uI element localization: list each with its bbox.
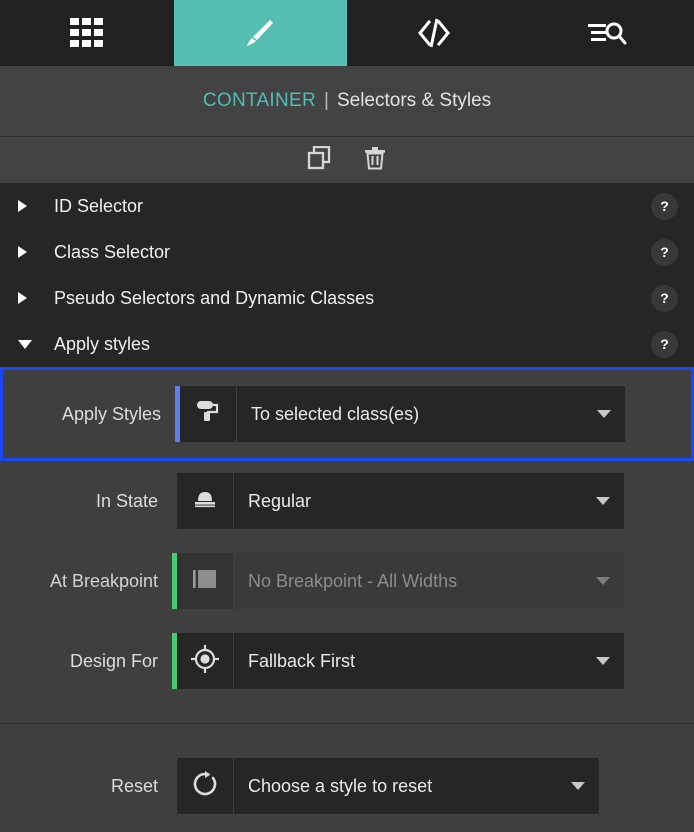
accordion-label: Pseudo Selectors and Dynamic Classes [54,287,375,308]
delete-button[interactable] [360,145,390,175]
at-breakpoint-value: No Breakpoint - All Widths [248,570,458,591]
apply-styles-control: To selected class(es) [175,386,625,442]
at-breakpoint-select[interactable]: No Breakpoint - All Widths [233,553,624,609]
accordion-item-apply-styles[interactable]: Apply styles ? [0,321,694,367]
apply-styles-value: To selected class(es) [251,403,420,424]
chevron-down-icon [571,782,585,790]
mouse-hover-icon-box[interactable] [177,473,233,529]
paintbrush-icon [243,16,277,50]
help-icon[interactable]: ? [651,330,678,358]
accordion-item-id-selector[interactable]: ID Selector ? [0,183,694,229]
chevron-right-icon [18,200,40,212]
at-breakpoint-control: No Breakpoint - All Widths [172,553,624,609]
grid-icon [69,18,104,48]
code-icon [416,16,452,50]
page-title: Selectors & Styles [336,90,492,111]
refresh-circle-icon-box[interactable] [177,758,233,814]
help-icon[interactable]: ? [651,238,678,266]
design-for-control: Fallback First [172,633,624,689]
target-crosshair-icon-box[interactable] [177,633,233,689]
apply-styles-panel: Apply Styles To selected class(es) In St… [0,367,694,826]
context-element-name: CONTAINER [202,90,317,111]
reset-value: Choose a style to reset [248,775,433,796]
target-crosshair-icon [190,644,220,679]
chevron-down-icon [597,410,611,418]
grid-tab[interactable] [0,0,174,66]
in-state-row: In State Regular [0,461,694,541]
chevron-down-icon [596,657,610,665]
paint-roller-icon [195,398,221,431]
context-header: CONTAINER | Selectors & Styles [0,66,694,136]
apply-styles-row: Apply Styles To selected class(es) [0,367,694,461]
chevron-right-icon [18,246,40,258]
help-icon[interactable]: ? [651,284,678,312]
design-for-select[interactable]: Fallback First [233,633,624,689]
accordion-label: Class Selector [54,241,171,262]
paint-tab[interactable] [173,0,347,66]
design-for-row: Design For Fallback First [0,621,694,701]
help-icon[interactable]: ? [651,192,678,220]
duplicate-icon [307,145,331,175]
reset-row: Reset Choose a style to reset [0,746,694,826]
chevron-down-icon [18,339,40,349]
accordion-item-class-selector[interactable]: Class Selector ? [0,229,694,275]
action-toolbar [0,136,694,183]
in-state-value: Regular [248,490,312,511]
breakpoint-width-icon-box[interactable] [177,553,233,609]
top-tabbar [0,0,694,66]
reset-label: Reset [110,775,158,796]
reset-section: Reset Choose a style to reset [0,724,694,826]
reset-select[interactable]: Choose a style to reset [233,758,599,814]
duplicate-button[interactable] [304,145,334,175]
apply-styles-label: Apply Styles [61,403,161,424]
in-state-control: Regular [172,473,624,529]
design-for-label: Design For [69,650,158,671]
in-state-label: In State [95,490,158,511]
accordion-label: ID Selector [54,195,144,216]
refresh-circle-icon [191,770,219,803]
list-search-icon [587,18,627,48]
selectors-accordion: ID Selector ? Class Selector ? Pseudo Se… [0,183,694,367]
code-tab[interactable] [347,0,521,66]
search-tab[interactable] [521,0,694,66]
at-breakpoint-row: At Breakpoint No Breakpoint - All Widths [0,541,694,621]
breakpoint-width-icon [192,567,218,596]
chevron-down-icon [596,497,610,505]
accordion-item-pseudo-selectors[interactable]: Pseudo Selectors and Dynamic Classes ? [0,275,694,321]
paint-roller-icon-box[interactable] [180,386,236,442]
mouse-hover-icon [191,488,219,515]
reset-control: Choose a style to reset [172,758,599,814]
accordion-label: Apply styles [54,333,151,354]
at-breakpoint-label: At Breakpoint [49,570,158,591]
apply-styles-select[interactable]: To selected class(es) [236,386,625,442]
chevron-down-icon [596,577,610,585]
in-state-select[interactable]: Regular [233,473,624,529]
chevron-right-icon [18,292,40,304]
trash-icon [363,146,387,175]
design-for-value: Fallback First [248,650,356,671]
context-separator: | [324,90,329,111]
